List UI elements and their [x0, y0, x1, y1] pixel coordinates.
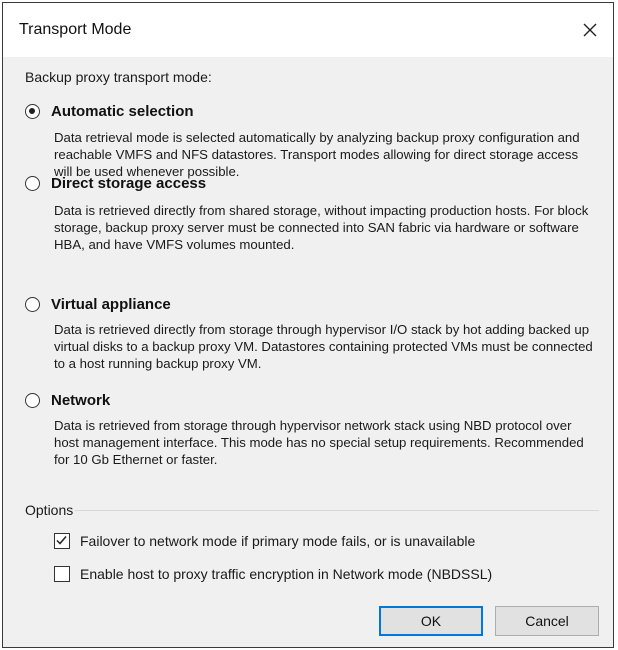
title-bar: Transport Mode [3, 3, 613, 57]
encryption-checkbox-label: Enable host to proxy traffic encryption … [80, 566, 493, 582]
options-group-label: Options [25, 502, 74, 518]
direct-storage-access-description: Data is retrieved directly from shared s… [54, 203, 589, 252]
radio-label: Direct storage access [51, 175, 207, 192]
radio-label: Network [51, 392, 111, 409]
failover-checkbox[interactable] [54, 533, 70, 549]
transport-mode-dialog: Transport Mode Backup proxy transport mo… [2, 2, 614, 648]
options-divider [75, 510, 599, 511]
radio-button[interactable] [25, 297, 40, 312]
failover-checkbox-label: Failover to network mode if primary mode… [80, 533, 476, 549]
close-icon [583, 23, 597, 37]
transport-mode-heading: Backup proxy transport mode: [25, 69, 212, 85]
ok-button[interactable]: OK [379, 606, 483, 636]
cancel-button[interactable]: Cancel [495, 606, 599, 636]
radio-label: Virtual appliance [51, 296, 171, 313]
encryption-checkbox-row[interactable]: Enable host to proxy traffic encryption … [54, 566, 492, 582]
close-button[interactable] [567, 3, 613, 57]
radio-button[interactable] [25, 104, 40, 119]
dialog-body: Backup proxy transport mode: Automatic s… [3, 57, 613, 647]
network-description: Data is retrieved from storage through h… [54, 418, 584, 467]
radio-label: Automatic selection [51, 103, 194, 120]
radio-network[interactable]: Network [25, 392, 110, 409]
radio-virtual-appliance[interactable]: Virtual appliance [25, 296, 171, 313]
radio-button[interactable] [25, 176, 40, 191]
radio-direct-storage-access[interactable]: Direct storage access [25, 175, 206, 192]
checkmark-icon [56, 536, 67, 545]
radio-button[interactable] [25, 393, 40, 408]
dialog-title: Transport Mode [19, 21, 132, 38]
encryption-checkbox[interactable] [54, 566, 70, 582]
failover-checkbox-row[interactable]: Failover to network mode if primary mode… [54, 533, 475, 549]
automatic-selection-description: Data retrieval mode is selected automati… [54, 130, 580, 179]
virtual-appliance-description: Data is retrieved directly from storage … [54, 322, 593, 371]
radio-automatic-selection[interactable]: Automatic selection [25, 103, 194, 120]
